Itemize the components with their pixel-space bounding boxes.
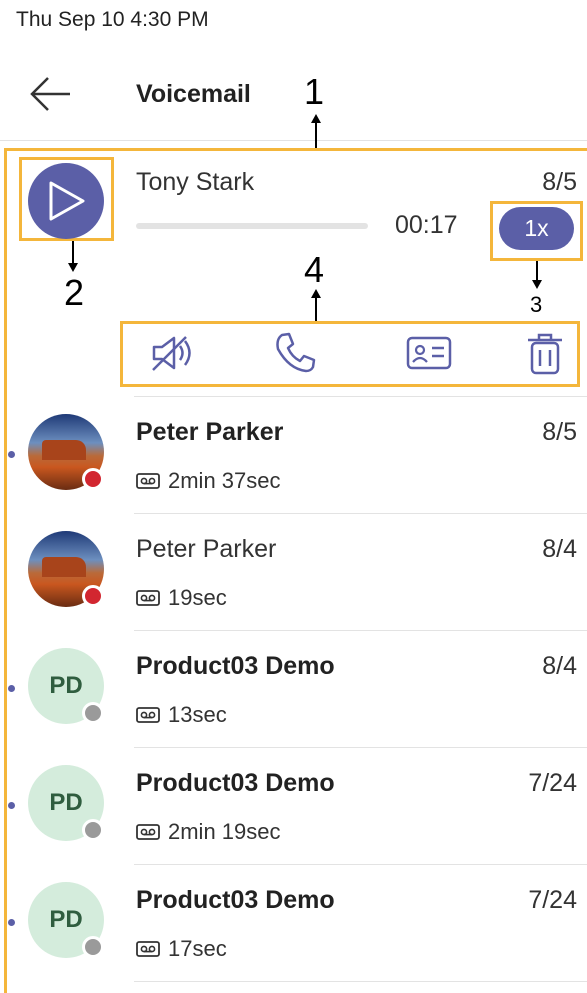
- voicemail-caller-name: Tony Stark: [136, 168, 255, 196]
- item-duration: 13sec: [136, 702, 227, 728]
- item-caller-name: Product03 Demo: [136, 652, 335, 680]
- item-caller-name: Product03 Demo: [136, 769, 335, 797]
- unread-indicator: [8, 685, 15, 692]
- voicemail-icon: [136, 590, 160, 606]
- playback-progress-bar[interactable]: [136, 223, 368, 229]
- playback-time: 00:17: [395, 211, 458, 239]
- presence-offline-icon: [82, 936, 104, 958]
- annotation-2: 2: [64, 272, 85, 313]
- voicemail-icon: [136, 707, 160, 723]
- phone-icon: [276, 332, 316, 373]
- presence-busy-icon: [82, 468, 104, 490]
- voicemail-item[interactable]: PD Product03 Demo 8/4 13sec: [0, 630, 587, 747]
- annotation-3: 3: [530, 292, 543, 317]
- annotation-4: 4: [304, 249, 325, 290]
- mute-button[interactable]: [148, 330, 198, 378]
- item-duration: 17sec: [136, 936, 227, 962]
- voicemail-item[interactable]: Peter Parker 8/4 19sec: [0, 513, 587, 630]
- annotation-2-arrow: [68, 263, 78, 272]
- play-icon: [49, 181, 85, 221]
- voicemail-icon: [136, 824, 160, 840]
- back-button[interactable]: [28, 74, 76, 114]
- unread-indicator: [8, 802, 15, 809]
- unread-indicator: [8, 919, 15, 926]
- voicemail-icon: [136, 473, 160, 489]
- row-divider: [134, 981, 587, 982]
- delete-button[interactable]: [522, 330, 572, 378]
- presence-offline-icon: [82, 819, 104, 841]
- voicemail-item[interactable]: PD Product03 Demo 7/24 17sec: [0, 864, 587, 981]
- voicemail-item[interactable]: Peter Parker 8/5 2min 37sec: [0, 396, 587, 513]
- voicemail-action-row: [120, 322, 580, 386]
- play-button[interactable]: [28, 163, 104, 239]
- trash-icon: [528, 333, 562, 375]
- item-duration-text: 17sec: [168, 936, 227, 961]
- annotation-3-arrow: [532, 280, 542, 289]
- contact-card-button[interactable]: [406, 330, 456, 378]
- voicemail-item[interactable]: PD Product03 Demo 7/24 2min 19sec: [0, 747, 587, 864]
- annotation-2-line: [72, 241, 74, 265]
- item-caller-name: Peter Parker: [136, 535, 277, 563]
- contact-card-icon: [406, 336, 452, 370]
- speaker-mute-icon: [152, 336, 191, 371]
- unread-indicator: [8, 451, 15, 458]
- page-title: Voicemail: [136, 80, 251, 108]
- annotation-1-line: [315, 122, 317, 148]
- voicemail-date: 8/5: [542, 168, 577, 196]
- header-divider: [0, 140, 587, 141]
- item-caller-name: Peter Parker: [136, 418, 284, 446]
- arrow-left-icon: [30, 77, 70, 111]
- presence-offline-icon: [82, 702, 104, 724]
- item-duration-text: 2min 37sec: [168, 468, 281, 493]
- item-duration: 19sec: [136, 585, 227, 611]
- item-date: 7/24: [528, 769, 577, 797]
- playback-speed-button[interactable]: 1x: [499, 207, 574, 250]
- voicemail-icon: [136, 941, 160, 957]
- header: Voicemail: [0, 60, 587, 141]
- item-date: 8/5: [542, 418, 577, 446]
- item-date: 8/4: [542, 652, 577, 680]
- item-date: 8/4: [542, 535, 577, 563]
- item-caller-name: Product03 Demo: [136, 886, 335, 914]
- presence-busy-icon: [82, 585, 104, 607]
- annotation-3-line: [536, 261, 538, 281]
- call-back-button[interactable]: [272, 330, 322, 378]
- item-duration-text: 13sec: [168, 702, 227, 727]
- item-date: 7/24: [528, 886, 577, 914]
- annotation-4-line: [315, 297, 317, 321]
- item-duration: 2min 19sec: [136, 819, 281, 845]
- item-duration: 2min 37sec: [136, 468, 281, 494]
- item-duration-text: 19sec: [168, 585, 227, 610]
- annotation-1: 1: [304, 71, 325, 112]
- status-bar-datetime: Thu Sep 10 4:30 PM: [16, 8, 209, 31]
- item-duration-text: 2min 19sec: [168, 819, 281, 844]
